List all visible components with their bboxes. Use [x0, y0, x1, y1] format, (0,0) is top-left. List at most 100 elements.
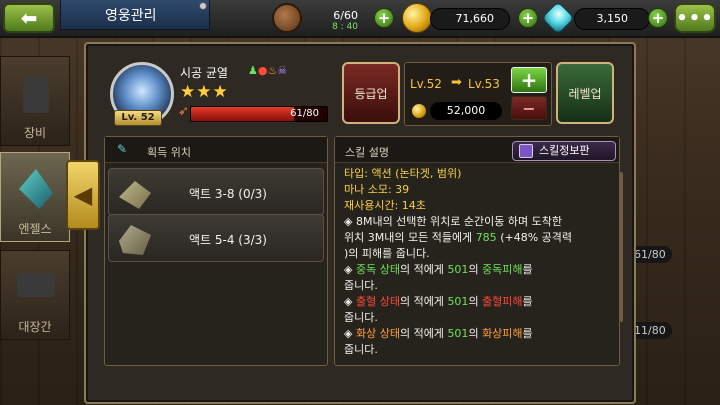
arrow-left-icon: ◀ [73, 181, 93, 209]
acquire-row[interactable]: 액트 3-8 (0/3) [108, 168, 324, 216]
sidebar-item-forge[interactable]: 대장간 [0, 250, 70, 340]
poison-flask-icon: ♟ [248, 64, 258, 77]
skill-cooldown: 재사용시간: 14초 [344, 199, 426, 212]
hero-element-icons: ♟●♨☠ [248, 64, 287, 77]
bleed-value: 501 [447, 295, 469, 308]
hero-stars: ★★★ [180, 82, 229, 102]
exp-bar: 61/80 [190, 106, 328, 122]
skill-desc-line: 위치 3M내의 모든 적들에게 785 (+48% 공격력 [344, 230, 614, 246]
burn-value: 501 [447, 327, 469, 340]
hero-level-badge: Lv. 52 [114, 110, 162, 126]
poison-line: ◈ 중독 상태의 적에게 501의 중독피해를 [344, 262, 614, 278]
grade-up-button[interactable]: 등급업 [342, 62, 400, 124]
more-icon: ••• [676, 7, 714, 29]
info-icon[interactable] [199, 2, 207, 10]
wing-icon [19, 169, 53, 209]
skill-desc-text: 위치 3M내의 모든 적들에게 [344, 231, 473, 244]
sidebar-item-label: 대장간 [18, 320, 52, 334]
skill-damage-value: 785 [475, 231, 497, 244]
level-to: Lv.53 [468, 77, 500, 91]
skill-type: 타입: 액션 (논타겟, 범위) [344, 167, 462, 180]
gold-coin-icon [402, 3, 432, 33]
skill-desc-line: 줍니다. [344, 279, 378, 292]
skill-desc-line: ◈ 8M내의 선택한 위치로 순간이동 하며 도착한 [344, 215, 562, 228]
diamond-bullet-icon: ◈ [344, 295, 353, 308]
skill-desc-line: )의 피해를 줍니다. [344, 247, 430, 260]
gold-value: 71,660 [455, 12, 495, 25]
level-from: Lv.52 [410, 77, 442, 91]
prev-hero-button[interactable]: ◀ [66, 160, 100, 230]
skill-mana: 마나 소모: 39 [344, 183, 410, 196]
menu-button[interactable]: ••• [674, 3, 716, 33]
sidebar-item-label: 엔젤스 [18, 222, 52, 236]
sidebar-item-angels[interactable]: 엔젤스 [0, 152, 70, 242]
skill-desc-line: 줍니다. [344, 311, 378, 324]
skill-damage-percent: (+48% 공격력 [500, 231, 573, 244]
stamina-boot-icon [272, 3, 302, 33]
poison-damage-name: 중독피해 [482, 263, 523, 276]
level-minus-button[interactable]: − [511, 96, 547, 120]
skill-scrollbar[interactable] [620, 172, 623, 322]
skill-desc-text: 의 [468, 295, 479, 308]
bleed-damage-name: 출혈피해 [482, 295, 523, 308]
back-arrow-icon: ⬅ [20, 6, 38, 30]
hero-name: 시공 균열 [180, 66, 228, 80]
page-title-plate: 영웅관리 [60, 0, 210, 30]
page-title: 영웅관리 [105, 7, 157, 24]
gem-plus-button[interactable]: + [648, 8, 668, 28]
skill-desc-text: 의 [468, 327, 479, 340]
fire-icon: ♨ [267, 64, 278, 77]
gold-plus-button[interactable]: + [518, 8, 538, 28]
diamond-bullet-icon: ◈ [344, 263, 353, 276]
skill-info-card-button[interactable]: 스킬정보판 [512, 141, 616, 161]
top-bar: ⬅ 영웅관리 6/60 8 : 40 + 71,660 + 3,150 + ••… [0, 0, 720, 38]
skill-info-card-label: 스킬정보판 [539, 144, 590, 157]
anvil-icon [17, 273, 55, 297]
exp-bar-fill [191, 107, 295, 121]
burn-damage-name: 화상피해 [482, 327, 523, 340]
plus-icon: + [520, 68, 538, 92]
minus-icon: − [522, 98, 536, 118]
skill-desc-text: 의 [468, 263, 479, 276]
exp-icon: ➶ [178, 104, 189, 119]
sidebar-item-equipment[interactable]: 장비 [0, 56, 70, 146]
gem-icon [541, 1, 575, 35]
skill-desc-text: 의 적에게 [399, 327, 444, 340]
stamina-value: 6/60 [333, 9, 358, 22]
acquire-panel-header: ✎ 획득 위치 [105, 137, 327, 163]
diamond-bullet-icon: ◈ [344, 327, 353, 340]
skill-desc-text: 의 적에게 [399, 263, 444, 276]
arrow-right-icon: ➡ [451, 75, 462, 90]
burn-state: 화상 상태 [355, 327, 400, 340]
back-button[interactable]: ⬅ [3, 3, 55, 33]
skull-icon: ☠ [277, 64, 288, 77]
poison-value: 501 [447, 263, 469, 276]
exp-text: 61/80 [290, 108, 319, 119]
skill-title: 스킬 설명 [345, 146, 389, 159]
stamina-plus-button[interactable]: + [374, 8, 394, 28]
sidebar-item-label: 장비 [23, 126, 47, 140]
level-up-button[interactable]: 레벨업 [556, 62, 614, 124]
burn-line: ◈ 화상 상태의 적에게 501의 화상피해를 [344, 326, 614, 342]
skill-desc-text: 를 [522, 327, 533, 340]
act-thumbnail-icon [119, 181, 151, 209]
bleed-line: ◈ 출혈 상태의 적에게 501의 출혈피해를 [344, 294, 614, 310]
grade-up-label: 등급업 [354, 86, 388, 101]
spellbook-icon [519, 144, 533, 158]
act-thumbnail-icon [119, 225, 151, 255]
skill-desc-text: 를 [522, 295, 533, 308]
gold-coin-icon [412, 104, 426, 118]
acquire-title: 획득 위치 [147, 146, 191, 159]
skill-desc-text: 의 적에게 [399, 295, 444, 308]
level-plus-button[interactable]: + [511, 67, 547, 93]
skill-desc-line: 줍니다. [344, 343, 378, 356]
bleed-state: 출혈 상태 [355, 295, 400, 308]
poison-state: 중독 상태 [355, 263, 400, 276]
acquire-row-label: 액트 5-4 (3/3) [189, 233, 267, 247]
gem-value: 3,150 [596, 12, 629, 25]
acquire-row-label: 액트 3-8 (0/3) [189, 187, 267, 201]
level-cost: 52,000 [430, 102, 502, 120]
level-up-label: 레벨업 [568, 86, 602, 101]
skill-description: 타입: 액션 (논타겟, 범위) 마나 소모: 39 재사용시간: 14초 ◈ … [344, 166, 614, 360]
acquire-row[interactable]: 액트 5-4 (3/3) [108, 214, 324, 262]
